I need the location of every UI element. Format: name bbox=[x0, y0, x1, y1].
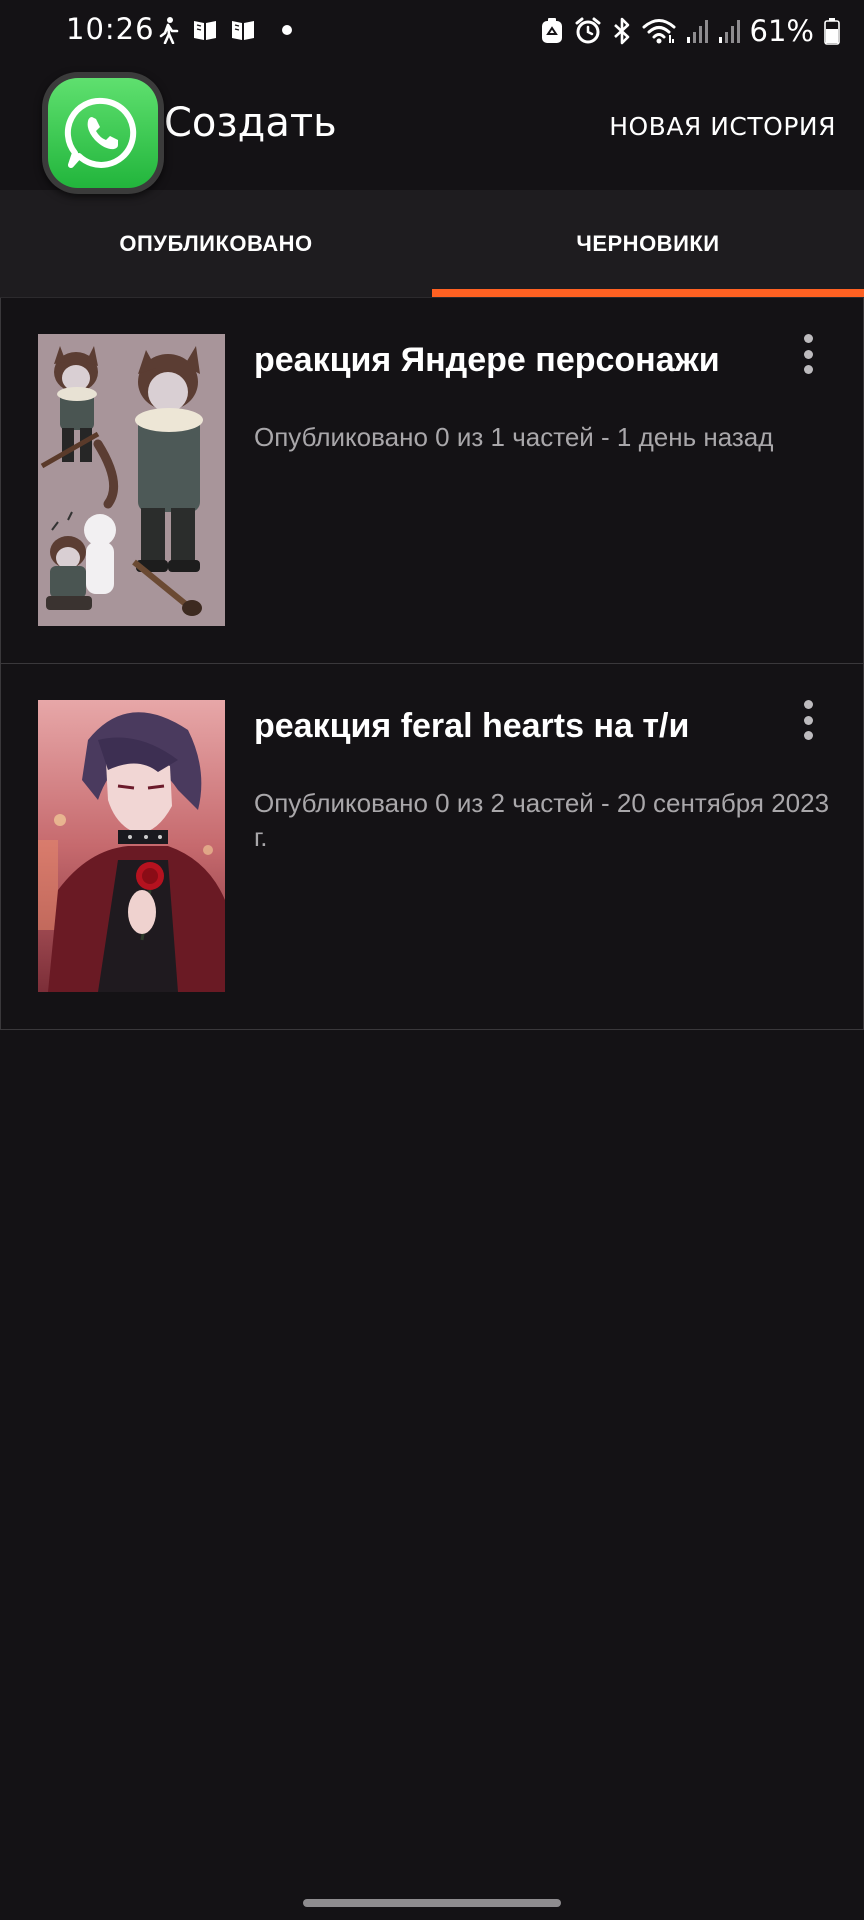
story-item[interactable]: реакция feral hearts на т/и Опубликовано… bbox=[0, 664, 864, 1030]
status-right-icons: 61% bbox=[540, 14, 840, 48]
menu-dot bbox=[803, 349, 813, 359]
status-time: 10:26 bbox=[66, 12, 155, 46]
menu-dot bbox=[803, 715, 813, 725]
tab-published-label: ОПУБЛИКОВАНО bbox=[119, 230, 313, 256]
battery-percent: 61% bbox=[749, 14, 814, 48]
screen: 10:26 61% Создать НОВАЯ ИСТОРИЯ ОПУБЛИКО… bbox=[0, 0, 864, 1920]
book-icon bbox=[192, 18, 218, 42]
story-meta: Опубликовано 0 из 2 частей - 20 сентября… bbox=[254, 788, 830, 852]
tab-bar: ОПУБЛИКОВАНО ЧЕРНОВИКИ bbox=[0, 190, 864, 297]
menu-dot bbox=[803, 700, 813, 709]
story-meta: Опубликовано 0 из 1 частей - 1 день наза… bbox=[254, 422, 774, 452]
tab-published[interactable]: ОПУБЛИКОВАНО bbox=[0, 190, 432, 297]
bluetooth-icon bbox=[612, 17, 632, 45]
tab-drafts[interactable]: ЧЕРНОВИКИ bbox=[432, 190, 864, 297]
story-cover-image bbox=[38, 700, 225, 992]
battery-icon bbox=[824, 17, 840, 45]
story-item[interactable]: реакция Яндере персонажи Опубликовано 0 … bbox=[0, 298, 864, 664]
more-options-icon[interactable] bbox=[793, 334, 823, 374]
story-list: реакция Яндере персонажи Опубликовано 0 … bbox=[0, 298, 864, 1030]
wifi-icon bbox=[642, 17, 676, 45]
tab-drafts-label: ЧЕРНОВИКИ bbox=[576, 230, 720, 256]
more-options-icon[interactable] bbox=[793, 700, 823, 740]
story-title: реакция Яндере персонажи bbox=[254, 341, 720, 379]
book-icon bbox=[230, 18, 256, 42]
dot-icon bbox=[282, 25, 292, 35]
menu-dot bbox=[803, 365, 813, 374]
menu-dot bbox=[803, 731, 813, 740]
walking-icon bbox=[158, 16, 180, 44]
story-cover-image bbox=[38, 334, 225, 626]
phone-bubble-icon bbox=[64, 97, 137, 168]
status-bar: 10:26 61% bbox=[0, 0, 864, 62]
signal-icon bbox=[718, 18, 740, 44]
home-indicator[interactable] bbox=[303, 1899, 561, 1907]
status-left-icons bbox=[158, 16, 292, 44]
app-bar: Создать НОВАЯ ИСТОРИЯ bbox=[0, 62, 864, 194]
new-story-button[interactable]: НОВАЯ ИСТОРИЯ bbox=[609, 112, 836, 141]
signal-icon bbox=[686, 18, 708, 44]
page-title: Создать bbox=[164, 100, 337, 146]
recycle-icon bbox=[540, 17, 564, 45]
whatsapp-icon[interactable] bbox=[42, 72, 164, 194]
alarm-icon bbox=[574, 17, 602, 45]
story-title: реакция feral hearts на т/и bbox=[254, 707, 690, 745]
menu-dot bbox=[803, 334, 813, 343]
whatsapp-logo bbox=[48, 78, 158, 188]
